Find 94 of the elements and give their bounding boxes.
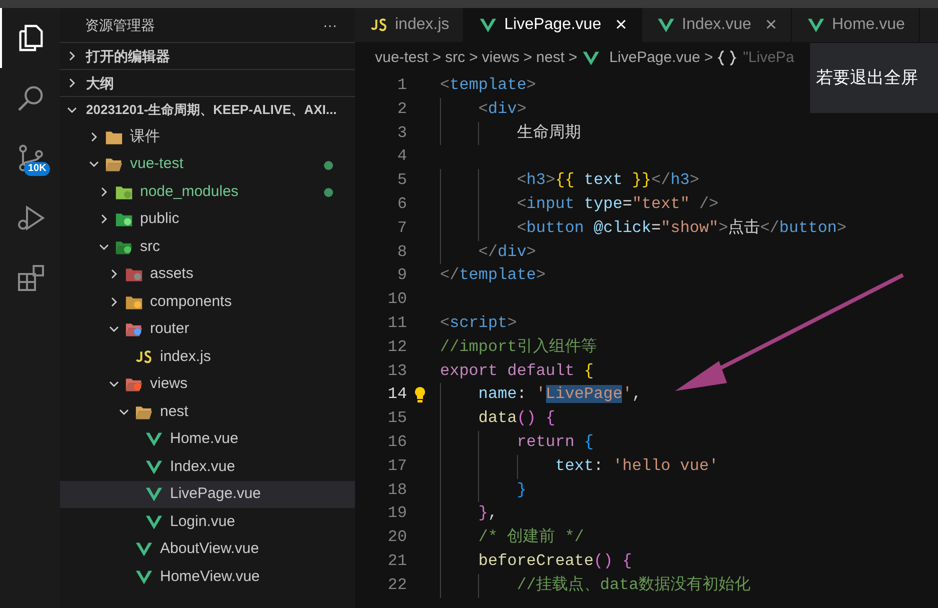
line-number: 17 [386, 456, 407, 477]
code-line: <button @click="show">点击</button> [440, 216, 846, 241]
fullscreen-notice: 若要退出全屏 [810, 43, 938, 113]
separator: > [704, 48, 713, 68]
separator: > [432, 48, 442, 68]
line-number: 2 [396, 98, 407, 120]
line-number: 18 [386, 480, 407, 501]
tree-row[interactable]: LivePage.vue [60, 480, 355, 508]
folder-label[interactable]: router [150, 318, 190, 340]
code-line: <template> [440, 75, 536, 96]
line-number: 19 [386, 503, 407, 524]
folder-label[interactable]: src [140, 236, 160, 258]
separator: > [568, 48, 578, 68]
vue-icon [134, 540, 154, 558]
code-line: <h3>{{ text }}</h3> [440, 169, 700, 193]
extensions-icon [15, 262, 47, 294]
line-number: 14 [386, 384, 407, 406]
folder-label[interactable]: 20231201-生命周期、KEEP-ALIVE、AXI... [86, 100, 337, 120]
code-line: return { [440, 430, 594, 455]
line-number: 20 [386, 527, 407, 548]
code-line: data() { [440, 407, 556, 431]
line-number: 8 [396, 242, 407, 263]
tree-row[interactable]: AboutView.vue [60, 536, 355, 563]
folder-label[interactable]: nest [160, 400, 188, 423]
code-line: <input type="text" /> [440, 192, 718, 217]
tree-row[interactable]: Login.vue [60, 508, 355, 536]
vue-icon [144, 430, 164, 448]
code-line: //挂载点、data数据没有初始化 [440, 574, 750, 598]
vue-icon [656, 16, 676, 34]
file-label[interactable]: index.js [160, 346, 211, 368]
vue-icon [134, 568, 154, 586]
line-number: 22 [386, 574, 407, 596]
code-line: <script> [440, 312, 517, 334]
code-line: <div> [440, 98, 526, 122]
count-badge: 10K [24, 162, 50, 176]
line-number: 7 [396, 218, 407, 239]
line-number: 3 [396, 122, 407, 144]
branch-tab[interactable]: 10K [0, 128, 60, 188]
line-number: 15 [386, 408, 407, 430]
editor-tab[interactable]: LivePage.vue × [464, 8, 642, 42]
code-line: name: 'LivePage', [440, 383, 642, 408]
folder-label[interactable]: vue-test [130, 153, 184, 176]
folder-label[interactable]: assets [150, 263, 194, 286]
vue-icon [144, 458, 164, 476]
line-number: 5 [396, 170, 407, 192]
code-line: </div> [440, 240, 536, 264]
sidebar-title: 资源管理器 [85, 16, 155, 34]
vue-icon [144, 485, 164, 504]
folder-label[interactable]: node_modules [140, 180, 238, 203]
line-number: 9 [396, 265, 407, 286]
line-number: 16 [386, 432, 407, 453]
js-icon [369, 16, 389, 34]
close-icon[interactable]: × [765, 15, 777, 35]
breadcrumb-item[interactable]: src [445, 46, 466, 70]
code-line: beforeCreate() { [440, 550, 632, 574]
tree-row[interactable]: HomeView.vue [60, 563, 355, 590]
line-number: 6 [396, 194, 407, 215]
folder-label[interactable]: views [150, 373, 188, 396]
section-header[interactable]: 大纲 [86, 72, 114, 94]
code-line: export default { [440, 360, 594, 382]
folder-label[interactable]: components [150, 290, 232, 313]
line-number: 21 [386, 550, 407, 572]
vue-icon [478, 16, 498, 34]
more-button[interactable]: ··· [323, 14, 337, 36]
vue-icon [144, 512, 164, 531]
code-line: //import引入组件等 [440, 336, 597, 358]
line-number: 1 [396, 75, 407, 96]
vue-icon [581, 49, 602, 67]
code-line: text: 'hello vue' [440, 454, 718, 479]
line-number: 10 [386, 289, 407, 310]
line-number: 11 [386, 312, 407, 334]
js-icon [134, 348, 154, 366]
code-line: /* 创建前 */ [440, 526, 584, 550]
close-icon[interactable]: × [615, 15, 627, 35]
line-number: 4 [396, 146, 407, 168]
separator: > [469, 48, 478, 68]
code-line: 生命周期 [440, 122, 581, 146]
code-line: }, [440, 502, 498, 526]
code-line: </template> [440, 265, 546, 286]
separator: > [523, 48, 532, 68]
folder-label[interactable]: 课件 [130, 126, 160, 148]
braces-icon [716, 49, 737, 67]
breadcrumb-item[interactable]: nest [536, 46, 565, 70]
line-number: 12 [386, 336, 407, 358]
breadcrumb-item[interactable]: views [482, 46, 520, 70]
breadcrumb-item[interactable]: LivePage.vue [609, 46, 700, 70]
tree-row[interactable]: Home.vue [60, 426, 355, 453]
breadcrumb-item[interactable]: vue-test [375, 46, 428, 70]
section-header[interactable]: 打开的编辑器 [86, 46, 170, 66]
code-line: } [440, 478, 526, 502]
vue-icon [806, 16, 826, 34]
line-number: 13 [386, 360, 407, 382]
folder-label[interactable]: public [140, 208, 180, 230]
tree-row[interactable]: Index.vue [60, 453, 355, 480]
